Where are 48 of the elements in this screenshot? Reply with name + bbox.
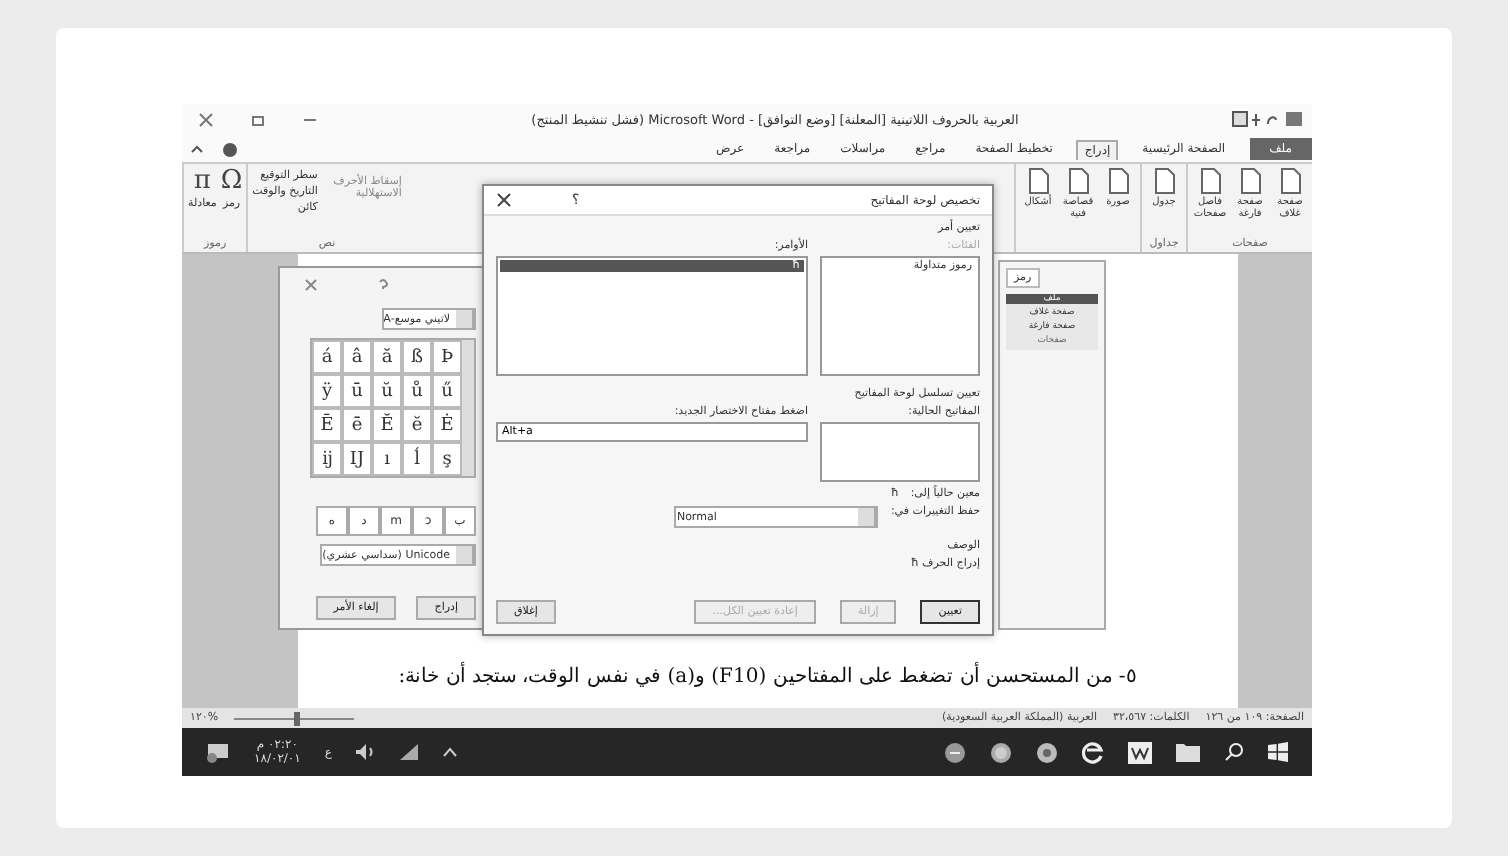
symbol-cell[interactable]: ă xyxy=(372,340,402,374)
document-icon xyxy=(1239,168,1261,194)
document-icon xyxy=(1153,168,1175,194)
symbol-cell[interactable]: ı xyxy=(372,442,402,476)
app-icon[interactable] xyxy=(1036,741,1058,763)
symbol-cell[interactable]: ĕ xyxy=(402,408,432,442)
current-keys-list[interactable] xyxy=(820,422,980,482)
network-icon[interactable] xyxy=(399,744,418,760)
app-icon[interactable] xyxy=(944,741,966,763)
restore-icon[interactable] xyxy=(250,112,266,128)
app-icon[interactable] xyxy=(990,741,1012,763)
windows-icon[interactable] xyxy=(1268,742,1288,762)
document-icon xyxy=(1199,168,1221,194)
search-icon[interactable] xyxy=(1224,742,1244,762)
symbol-cell[interactable]: ĳ xyxy=(312,442,342,476)
symbol-cell[interactable]: ĺ xyxy=(402,442,432,476)
document-icon xyxy=(1067,168,1089,194)
quick-access-icons[interactable] xyxy=(1232,109,1304,127)
symbol-cell[interactable]: ŭ xyxy=(372,374,402,408)
symbol-cell[interactable]: Ė xyxy=(432,408,462,442)
caret-icon[interactable] xyxy=(190,143,204,155)
symbol-cell[interactable]: ů xyxy=(402,374,432,408)
symbol-cell[interactable]: ş xyxy=(432,442,462,476)
symbol-cell[interactable]: â xyxy=(342,340,372,374)
folder-icon[interactable] xyxy=(1176,742,1200,762)
document-icon xyxy=(1027,168,1049,194)
close-icon[interactable] xyxy=(198,112,214,128)
symbol-cell[interactable]: Ē xyxy=(312,408,342,442)
browser-icon[interactable] xyxy=(1082,741,1104,763)
symbol-cell[interactable]: ß xyxy=(402,340,432,374)
symbol-cell[interactable]: ū xyxy=(342,374,372,408)
close-icon[interactable] xyxy=(496,192,512,208)
symbol-cell[interactable]: ē xyxy=(342,408,372,442)
scrollbar[interactable] xyxy=(462,340,474,476)
paragraph: ٥- من المستحسن أن تضغط على المفتاحين (F10) و(a) في نفس الوقت، ستجد أن خانة: xyxy=(398,664,1136,688)
symbol-cell[interactable]: á xyxy=(312,340,342,374)
symbol-cell[interactable]: ű xyxy=(432,374,462,408)
symbol-glyph[interactable]: π xyxy=(193,168,211,196)
document-icon xyxy=(1107,168,1129,194)
symbol-glyph[interactable]: Ω xyxy=(220,168,243,196)
document-icon xyxy=(1279,168,1301,194)
symbol-cell[interactable]: Þ xyxy=(432,340,462,374)
symbol-cell[interactable]: Ĕ xyxy=(372,408,402,442)
notification-icon[interactable] xyxy=(206,741,230,763)
volume-icon[interactable] xyxy=(355,744,376,760)
word-icon[interactable] xyxy=(1128,741,1152,763)
symbol-cell[interactable]: ÿ xyxy=(312,374,342,408)
symbol-cell[interactable]: Ĳ xyxy=(342,442,372,476)
